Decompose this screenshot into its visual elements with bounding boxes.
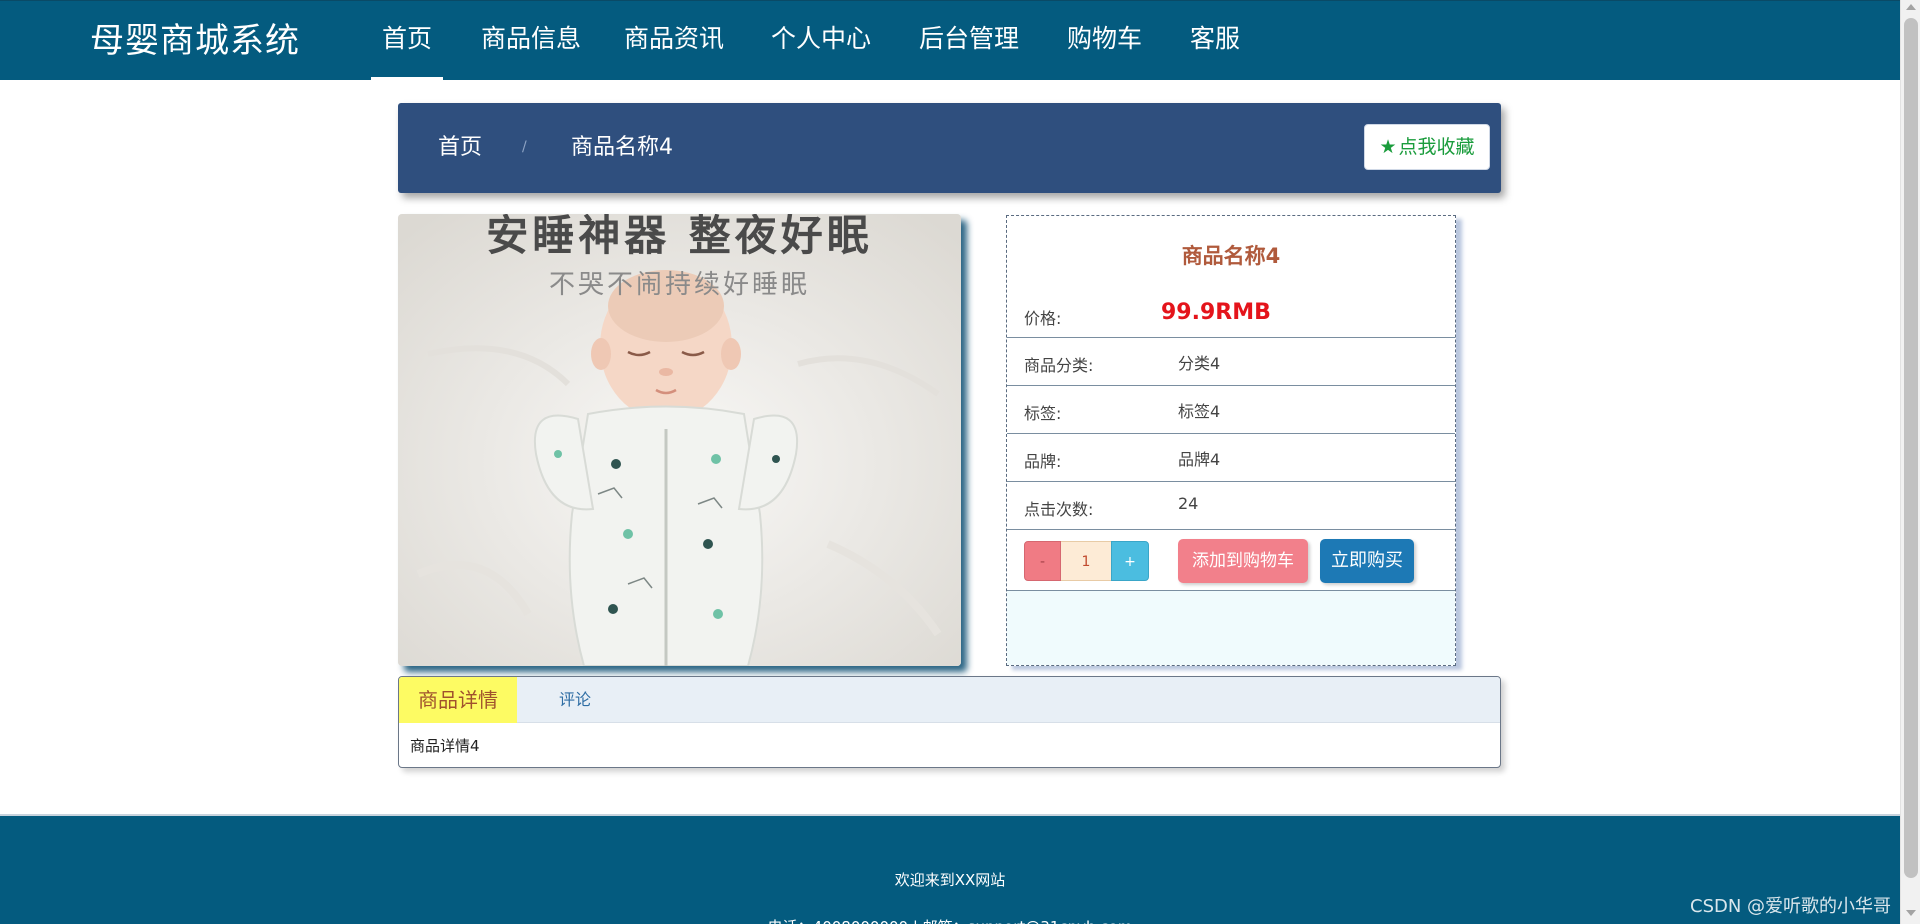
tabs-header: 商品详情 评论: [399, 677, 1500, 723]
brand-value: 品牌4: [1178, 450, 1221, 469]
quantity-input[interactable]: 1: [1061, 541, 1111, 581]
purchase-row: - 1 + 添加到购物车 立即购买: [1007, 530, 1455, 591]
nav-item-home[interactable]: 首页: [382, 21, 432, 57]
quantity-increase-button[interactable]: +: [1111, 541, 1149, 581]
tab-detail-content: 商品详情4: [410, 737, 480, 755]
purchase-controls: - 1 + 添加到购物车 立即购买: [1007, 539, 1455, 583]
product-info-panel: 商品名称4 价格: 99.9RMB 商品分类: 分类4 标签: 标签4 品牌: …: [1006, 215, 1456, 666]
site-logo[interactable]: 母婴商城系统: [90, 19, 300, 63]
product-image: 安睡神器 整夜好眠 不哭不闹持续好睡眠: [398, 214, 961, 666]
footer-welcome: 欢迎来到XX网站: [894, 871, 1006, 889]
product-tabs: 商品详情 评论 商品详情4: [398, 676, 1501, 768]
clicks-row: 点击次数: 24: [1007, 482, 1455, 530]
nav-item-cart[interactable]: 购物车: [1067, 21, 1142, 57]
image-subline: 不哭不闹持续好睡眠: [548, 270, 810, 300]
breadcrumb-current: 商品名称4: [571, 135, 673, 160]
tab-product-detail[interactable]: 商品详情: [399, 677, 517, 723]
nav-item-service[interactable]: 客服: [1190, 21, 1240, 57]
tag-label: 标签:: [1024, 404, 1062, 423]
tag-value: 标签4: [1178, 402, 1221, 421]
breadcrumb-separator: /: [522, 139, 527, 155]
nav-active-indicator: [371, 77, 443, 80]
nav-item-news[interactable]: 商品资讯: [624, 21, 724, 57]
footer-contact: 电话：4008000000 | 邮箱：support@31cnyb.com: [0, 916, 1900, 924]
add-to-cart-button[interactable]: 添加到购物车: [1178, 539, 1308, 583]
category-value: 分类4: [1178, 354, 1221, 373]
category-label: 商品分类:: [1024, 356, 1094, 375]
price-value: 99.9RMB: [1161, 300, 1271, 325]
clicks-value: 24: [1178, 494, 1199, 513]
top-navbar: 母婴商城系统 首页 商品信息 商品资讯 个人中心 后台管理 购物车 客服: [0, 0, 1900, 80]
brand-row: 品牌: 品牌4: [1007, 434, 1455, 482]
category-row: 商品分类: 分类4: [1007, 338, 1455, 386]
breadcrumb-home[interactable]: 首页: [438, 133, 482, 163]
watermark: CSDN @爱听歌的小华哥: [1690, 896, 1892, 917]
breadcrumb: 首页 / 商品名称4 ★ 点我收藏: [398, 103, 1501, 193]
nav-item-admin[interactable]: 后台管理: [919, 21, 1019, 57]
scroll-up-arrow-icon[interactable]: [1906, 4, 1916, 10]
buy-now-button[interactable]: 立即购买: [1320, 539, 1414, 583]
quantity-decrease-button[interactable]: -: [1024, 541, 1061, 581]
site-footer: 欢迎来到XX网站 电话：4008000000 | 邮箱：support@31cn…: [0, 814, 1900, 924]
favorite-label: 点我收藏: [1398, 136, 1475, 158]
clicks-label: 点击次数:: [1024, 500, 1094, 519]
tab-comments[interactable]: 评论: [559, 677, 591, 723]
price-row: 价格: 99.9RMB: [1007, 276, 1455, 338]
page-scrollbar[interactable]: [1900, 0, 1920, 924]
brand-label: 品牌:: [1024, 452, 1062, 471]
price-label: 价格:: [1024, 309, 1062, 328]
star-icon: ★: [1379, 136, 1397, 158]
nav-item-products[interactable]: 商品信息: [481, 21, 581, 57]
info-panel-footer: [1007, 591, 1455, 665]
image-headline: 安睡神器 整夜好眠: [486, 214, 873, 260]
scrollbar-thumb[interactable]: [1904, 18, 1918, 878]
tag-row: 标签: 标签4: [1007, 386, 1455, 434]
nav-item-profile[interactable]: 个人中心: [771, 21, 871, 57]
product-title: 商品名称4: [1181, 244, 1281, 268]
scroll-down-arrow-icon[interactable]: [1906, 910, 1916, 916]
favorite-button[interactable]: ★ 点我收藏: [1364, 124, 1490, 170]
